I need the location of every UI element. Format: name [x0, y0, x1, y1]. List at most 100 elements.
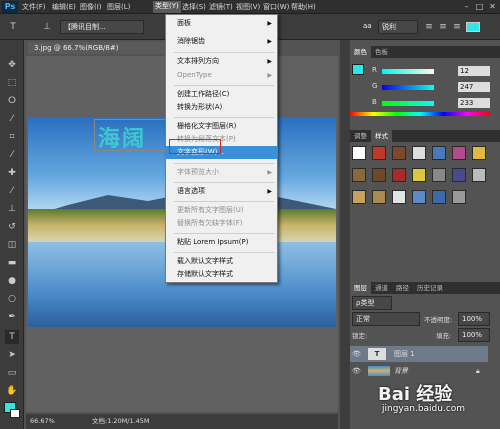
tab-swatches[interactable]: 色板 — [371, 46, 392, 58]
document-info[interactable]: 文档:1.20M/1.45M — [92, 414, 150, 429]
align-right-icon[interactable]: ≡ — [450, 20, 464, 34]
tab-paths[interactable]: 路径 — [392, 282, 413, 294]
canvas-text-layer[interactable]: 海阔 — [98, 121, 146, 153]
menu-item-paste-lorem-ipsum[interactable]: 粘贴 Lorem Ipsum(P) — [166, 236, 277, 249]
style-swatch[interactable] — [372, 146, 386, 160]
menu-item-language-options[interactable]: 语言选项 ▶ — [166, 185, 277, 198]
red-slider[interactable] — [382, 69, 434, 74]
style-swatch[interactable] — [452, 146, 466, 160]
tab-channels[interactable]: 通道 — [371, 282, 392, 294]
menu-edit[interactable]: 编辑(E) — [52, 2, 76, 12]
menu-item-rasterize-type[interactable]: 栅格化文字图层(R) — [166, 120, 277, 133]
menu-image[interactable]: 图像(I) — [80, 2, 102, 12]
menu-file[interactable]: 文件(F) — [22, 2, 46, 12]
style-swatch[interactable] — [412, 146, 426, 160]
menu-help[interactable]: 帮助(H) — [291, 2, 316, 12]
menu-type[interactable]: 类型(Y) — [153, 1, 181, 13]
align-left-icon[interactable]: ≡ — [422, 20, 436, 34]
layer-kind-filter[interactable]: ρ类型 — [352, 296, 392, 310]
blur-tool-icon[interactable]: ● — [5, 274, 19, 288]
background-color-swatch[interactable] — [10, 409, 20, 418]
tab-adjustments[interactable]: 调整 — [350, 130, 371, 142]
menu-filter[interactable]: 滤镜(T) — [209, 2, 233, 12]
minimize-icon[interactable]: – — [461, 1, 472, 12]
style-swatch[interactable] — [392, 168, 406, 182]
document-tab[interactable]: 3.jpg @ 66.7%(RGB/8#) — [28, 42, 168, 54]
type-tool-icon[interactable]: T — [6, 20, 20, 34]
menu-view[interactable]: 视图(V) — [236, 2, 260, 12]
style-swatch[interactable] — [372, 168, 386, 182]
menu-layer[interactable]: 图层(L) — [107, 2, 130, 12]
eye-icon[interactable]: 👁︎ — [352, 363, 361, 379]
color-spectrum-bar[interactable] — [350, 112, 490, 116]
crop-tool-icon[interactable]: ⌗ — [5, 130, 19, 144]
brush-tool-icon[interactable]: ⁄ — [5, 184, 19, 198]
lasso-tool-icon[interactable]: ⵔ — [5, 94, 19, 108]
green-slider[interactable] — [382, 85, 434, 90]
green-value-input[interactable]: 247 — [458, 82, 490, 92]
layer-row-background[interactable]: 👁︎ 背景 🔒︎ — [350, 363, 488, 379]
font-family-select[interactable]: 【腾讯目制... — [60, 20, 144, 34]
style-swatch[interactable] — [472, 168, 486, 182]
style-swatch[interactable] — [452, 168, 466, 182]
eye-icon[interactable]: 👁︎ — [352, 346, 361, 362]
blue-slider[interactable] — [382, 101, 434, 106]
style-none[interactable] — [352, 146, 366, 160]
style-swatch[interactable] — [352, 190, 366, 204]
eyedropper-tool-icon[interactable]: ⁄ — [5, 148, 19, 162]
tab-layers[interactable]: 图层 — [350, 282, 371, 294]
style-swatch[interactable] — [352, 168, 366, 182]
blend-mode-select[interactable]: 正常 — [352, 312, 420, 326]
pen-tool-icon[interactable]: ✒ — [5, 310, 19, 324]
menu-item-save-default-styles[interactable]: 存储默认文字样式 — [166, 268, 277, 281]
move-tool-icon[interactable]: ✥ — [5, 58, 19, 72]
layer-row-text[interactable]: 👁︎ T 图层 1 — [350, 346, 488, 362]
menu-item-load-default-styles[interactable]: 载入默认文字样式 — [166, 255, 277, 268]
panel-icon-strip — [340, 40, 350, 429]
menu-window[interactable]: 窗口(W) — [263, 2, 289, 12]
gradient-tool-icon[interactable]: ▬ — [5, 256, 19, 270]
menu-item-convert-to-shape[interactable]: 转换为形状(A) — [166, 101, 277, 114]
align-center-icon[interactable]: ≡ — [436, 20, 450, 34]
shape-tool-icon[interactable]: ▭ — [5, 366, 19, 380]
style-swatch[interactable] — [392, 146, 406, 160]
style-swatch[interactable] — [432, 168, 446, 182]
maximize-icon[interactable]: □ — [474, 1, 485, 12]
eraser-tool-icon[interactable]: ◫ — [5, 238, 19, 252]
path-select-tool-icon[interactable]: ➤ — [5, 348, 19, 362]
style-swatch[interactable] — [372, 190, 386, 204]
menu-item-create-work-path[interactable]: 创建工作路径(C) — [166, 88, 277, 101]
menu-item-text-orientation[interactable]: 文本排列方向 ▶ — [166, 55, 277, 68]
zoom-level[interactable]: 66.67% — [30, 414, 55, 429]
type-tool-active-icon[interactable]: T — [5, 330, 19, 344]
fill-input[interactable]: 100% — [458, 328, 490, 342]
menu-select[interactable]: 选择(S) — [182, 2, 206, 12]
tab-history[interactable]: 历史记录 — [413, 282, 447, 294]
style-swatch[interactable] — [452, 190, 466, 204]
blue-value-input[interactable]: 233 — [458, 98, 490, 108]
menu-item-panels[interactable]: 面板 ▶ — [166, 17, 277, 30]
text-color-swatch[interactable] — [466, 22, 480, 32]
toggle-orientation-icon[interactable]: ⊥ — [40, 20, 54, 34]
style-swatch[interactable] — [412, 190, 426, 204]
clone-stamp-tool-icon[interactable]: ⊥ — [5, 202, 19, 216]
opacity-input[interactable]: 100% — [458, 312, 490, 326]
history-brush-tool-icon[interactable]: ↺ — [5, 220, 19, 234]
quick-select-tool-icon[interactable]: ⁄ — [5, 112, 19, 126]
style-swatch[interactable] — [392, 190, 406, 204]
tab-color[interactable]: 颜色 — [350, 46, 371, 58]
tab-styles[interactable]: 样式 — [371, 130, 392, 142]
style-swatch[interactable] — [432, 146, 446, 160]
red-value-input[interactable]: 12 — [458, 66, 490, 76]
menu-item-antialias[interactable]: 消除锯齿 ▶ — [166, 35, 277, 48]
style-swatch[interactable] — [412, 168, 426, 182]
close-icon[interactable]: ✕ — [487, 1, 498, 12]
hand-tool-icon[interactable]: ✋ — [5, 384, 19, 398]
healing-brush-tool-icon[interactable]: ✚ — [5, 166, 19, 180]
style-swatch[interactable] — [432, 190, 446, 204]
dodge-tool-icon[interactable]: ○ — [5, 292, 19, 306]
style-swatch[interactable] — [472, 146, 486, 160]
antialias-select[interactable]: 锐利 — [378, 20, 418, 34]
color-fg-swatch[interactable] — [352, 64, 364, 75]
marquee-tool-icon[interactable]: ⬚ — [5, 76, 19, 90]
